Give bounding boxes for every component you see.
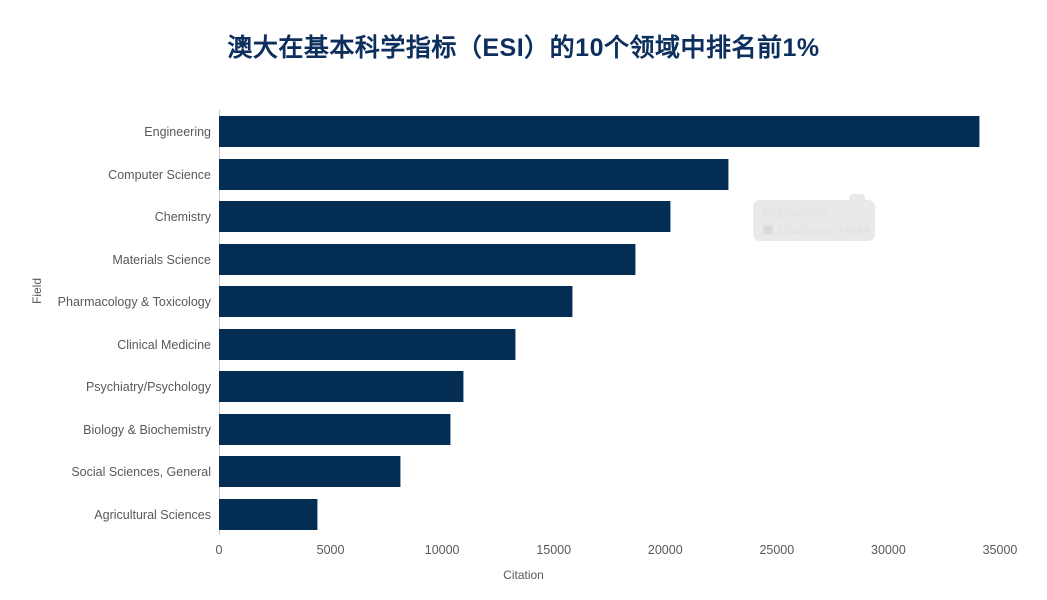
x-axis-tick-label: 35000 (982, 543, 1018, 557)
y-axis-tick-label: Computer Science (108, 167, 211, 182)
x-axis-title: Citation (503, 568, 544, 582)
tooltip-value-label: Citations: 34064 (778, 223, 871, 237)
tooltip-title: Engineering (762, 207, 829, 219)
tooltip-series-row: Citations: 34064 (762, 223, 870, 237)
bar[interactable] (219, 116, 981, 147)
bar[interactable] (219, 498, 319, 530)
bar[interactable] (219, 158, 729, 190)
y-axis-tick-label: Clinical Medicine (117, 337, 211, 352)
bar[interactable] (219, 201, 671, 232)
x-axis-tick-label: 20000 (647, 543, 683, 557)
chart-title: 澳大在基本科学指标（ESI）的10个领域中排名前1% (227, 34, 820, 62)
plot-area (219, 110, 1000, 535)
bar[interactable] (219, 413, 451, 445)
x-axis-tick-label: 30000 (871, 543, 906, 557)
bar[interactable] (219, 328, 517, 360)
x-axis-tick-label: 0 (215, 543, 223, 557)
x-axis-tick-label: 10000 (424, 543, 460, 557)
bar[interactable] (219, 371, 465, 402)
y-axis-tick-label: Pharmacology & Toxicology (57, 295, 211, 309)
y-axis-tick-label: Materials Science (112, 252, 211, 267)
bar[interactable] (219, 243, 637, 275)
bar[interactable] (219, 456, 401, 487)
bar-chart: 澳大在基本科学指标（ESI）的10个领域中排名前1% Field Enginee… (0, 0, 1047, 600)
y-axis-tick-label: Social Sciences, General (71, 465, 211, 479)
y-axis-tick-label: Engineering (144, 125, 211, 139)
y-axis-tick-label: Psychiatry/Psychology (85, 380, 211, 394)
x-axis-tick-label: 5000 (316, 543, 345, 557)
x-axis-tick-labels: 0 5000 10000 15000 20000 25000 30000 35000 (0, 543, 1047, 563)
x-axis-tick-label: 25000 (759, 543, 795, 557)
y-axis-tick-label: Agricultural Sciences (94, 507, 211, 522)
bar[interactable] (219, 286, 573, 317)
y-axis-tick-label: Chemistry (154, 210, 211, 224)
y-axis-tick-labels: Engineering Computer Science Chemistry Mate… (8, 110, 211, 535)
y-axis-tick-label: Biology & Biochemistry (83, 422, 211, 437)
x-axis-tick-label: 15000 (536, 543, 572, 557)
chart-tooltip: Engineering Citations: 34064 (753, 194, 875, 241)
tooltip-pointer (849, 194, 865, 204)
tooltip-color-swatch (762, 224, 774, 236)
